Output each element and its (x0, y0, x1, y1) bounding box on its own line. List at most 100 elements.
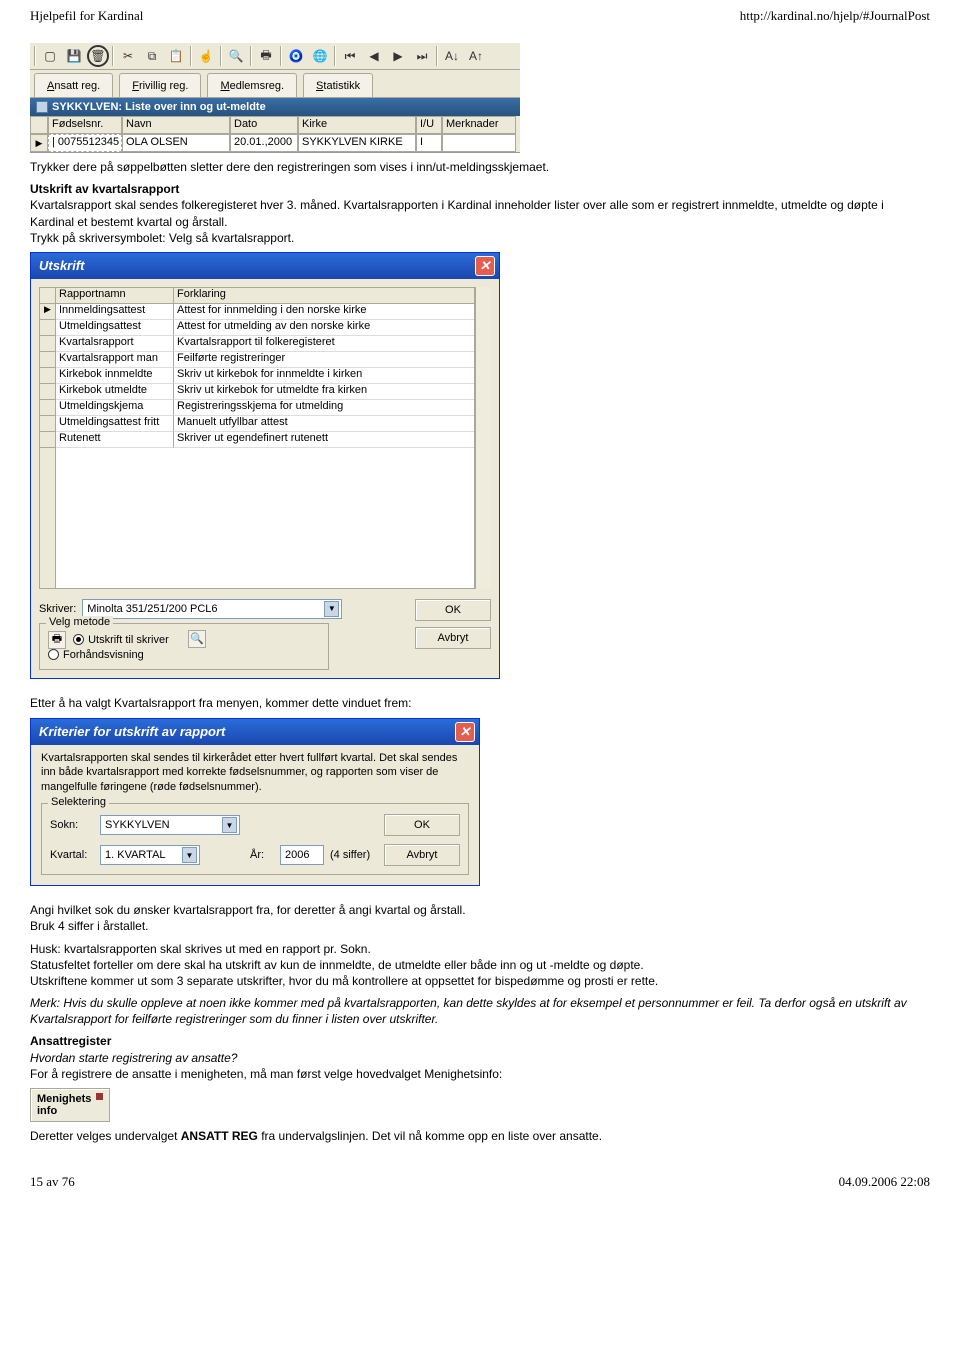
print-icon[interactable]: 🖶 (255, 45, 277, 67)
report-row[interactable]: Kirkebok utmeldteSkriv ut kirkebok for u… (40, 384, 474, 400)
report-explanation: Kvartalsrapport til folkeregisteret (174, 336, 474, 352)
section-title: Ansattregister (30, 1034, 111, 1048)
props-icon[interactable]: ☝ (195, 45, 217, 67)
report-explanation: Registreringsskjema for utmelding (174, 400, 474, 416)
toolbar: ▢ 💾 🗑 ✂ ⧉ 📋 ☝ 🔍 🖶 🧿 🌐 ⏮ ◀ ▶ ⏭ A↓ A↑ (30, 42, 520, 70)
selektering-group: Selektering Sokn: SYKKYLVEN ▼ Kvartal: 1… (41, 803, 469, 875)
cell-dato[interactable]: 20.01.,2000 (230, 134, 298, 152)
kvartal-label: Kvartal: (50, 849, 94, 861)
cell-iu[interactable]: I (416, 134, 442, 152)
next-icon[interactable]: ▶ (387, 45, 409, 67)
scrollbar[interactable] (475, 287, 491, 589)
search-icon[interactable]: 🔍 (225, 45, 247, 67)
row-marker (40, 352, 56, 368)
sort-desc-icon[interactable]: A↑ (465, 45, 487, 67)
col-navn[interactable]: Navn (122, 116, 230, 134)
close-icon[interactable]: ✕ (475, 256, 495, 276)
tab-statistikk[interactable]: Statistikk (303, 73, 373, 97)
report-explanation: Attest for innmelding i den norske kirke (174, 304, 474, 320)
aar-input[interactable]: 2006 (280, 845, 324, 865)
report-row[interactable]: Utmeldingsattest frittManuelt utfyllbar … (40, 416, 474, 432)
col-fodselsnr[interactable]: Fødselsnr. (48, 116, 122, 134)
new-icon[interactable]: ▢ (39, 45, 61, 67)
skriver-dropdown[interactable]: Minolta 351/251/200 PCL6 ▼ (82, 599, 342, 619)
body-text-1: Trykker dere på søppelbøtten sletter der… (30, 159, 930, 175)
col-forklaring[interactable]: Forklaring (174, 288, 474, 304)
report-name: Utmeldingsattest fritt (56, 416, 174, 432)
grid-header: Fødselsnr. Navn Dato Kirke I/U Merknader (30, 116, 520, 134)
cell-fodselsnr[interactable]: | 0075512345 (48, 134, 122, 152)
page-url: http://kardinal.no/hjelp/#JournalPost (740, 8, 930, 24)
report-explanation: Feilførte registreringer (174, 352, 474, 368)
ok-button[interactable]: OK (415, 599, 491, 621)
velg-metode-group: Velg metode 🖶 Utskrift til skriver 🔍 For… (39, 623, 329, 671)
chevron-down-icon[interactable]: ▼ (324, 601, 339, 617)
sokn-dropdown[interactable]: SYKKYLVEN ▼ (100, 815, 240, 835)
cut-icon[interactable]: ✂ (117, 45, 139, 67)
cell-merknader[interactable] (442, 134, 516, 152)
report-name: Kvartalsrapport (56, 336, 174, 352)
report-name: Kirkebok innmeldte (56, 368, 174, 384)
preview-icon: 🔍 (188, 630, 206, 648)
zoom-icon[interactable]: 🧿 (285, 45, 307, 67)
col-iu[interactable]: I/U (416, 116, 442, 134)
report-name: Kirkebok utmeldte (56, 384, 174, 400)
report-row[interactable]: RutenettSkriver ut egendefinert rutenett (40, 432, 474, 448)
cell-kirke[interactable]: SYKKYLVEN KIRKE (298, 134, 416, 152)
ok-button[interactable]: OK (384, 814, 460, 836)
report-explanation: Attest for utmelding av den norske kirke (174, 320, 474, 336)
page-title-left: Hjelpefil for Kardinal (30, 8, 143, 24)
last-icon[interactable]: ⏭ (411, 45, 433, 67)
avbryt-button[interactable]: Avbryt (415, 627, 491, 649)
avbryt-button[interactable]: Avbryt (384, 844, 460, 866)
first-icon[interactable]: ⏮ (339, 45, 361, 67)
subwindow-titlebar: SYKKYLVEN: Liste over inn og ut-meldte (30, 98, 520, 116)
tabbar: Ansatt reg. Frivillig reg. Medlemsreg. S… (30, 70, 520, 98)
copy-icon[interactable]: ⧉ (141, 45, 163, 67)
chevron-down-icon[interactable]: ▼ (182, 847, 197, 863)
tab-frivillig[interactable]: Frivillig reg. (119, 73, 201, 97)
report-row[interactable]: KvartalsrapportKvartalsrapport til folke… (40, 336, 474, 352)
row-marker (40, 384, 56, 400)
cell-navn[interactable]: OLA OLSEN (122, 134, 230, 152)
radio-forhandsvisning[interactable]: Forhåndsvisning (48, 649, 144, 661)
group-title: Selektering (48, 796, 109, 808)
tab-medlems[interactable]: Medlemsreg. (207, 73, 297, 97)
skriver-value: Minolta 351/251/200 PCL6 (87, 603, 217, 615)
radio-utskrift[interactable]: Utskrift til skriver (73, 634, 169, 646)
section-title: Utskrift av kvartalsrapport (30, 182, 179, 196)
col-kirke[interactable]: Kirke (298, 116, 416, 134)
report-row[interactable]: Kvartalsrapport manFeilførte registrerin… (40, 352, 474, 368)
row-marker: ▶ (40, 304, 56, 320)
chevron-down-icon[interactable]: ▼ (222, 817, 237, 833)
prev-icon[interactable]: ◀ (363, 45, 385, 67)
close-icon[interactable]: ✕ (455, 722, 475, 742)
sort-asc-icon[interactable]: A↓ (441, 45, 463, 67)
save-icon[interactable]: 💾 (63, 45, 85, 67)
row-marker (40, 336, 56, 352)
menighetsinfo-button[interactable]: Menighets info (30, 1088, 110, 1122)
paste-icon[interactable]: 📋 (165, 45, 187, 67)
col-merknader[interactable]: Merknader (442, 116, 516, 134)
grid-row[interactable]: ▶ | 0075512345 OLA OLSEN 20.01.,2000 SYK… (30, 134, 520, 152)
report-row[interactable]: UtmeldingskjemaRegistreringsskjema for u… (40, 400, 474, 416)
kvartal-dropdown[interactable]: 1. KVARTAL ▼ (100, 845, 200, 865)
group-title: Velg metode (46, 616, 113, 628)
trash-icon[interactable]: 🗑 (87, 45, 109, 67)
subwindow-title: SYKKYLVEN: Liste over inn og ut-meldte (52, 101, 266, 113)
row-selector-icon[interactable]: ▶ (30, 134, 48, 152)
report-row[interactable]: ▶InnmeldingsattestAttest for innmelding … (40, 304, 474, 320)
web-icon[interactable]: 🌐 (309, 45, 331, 67)
body-text-5: Husk: kvartalsrapporten skal skrives ut … (30, 941, 930, 990)
report-row[interactable]: Kirkebok innmeldteSkriv ut kirkebok for … (40, 368, 474, 384)
kriterier-intro: Kvartalsrapporten skal sendes til kirker… (31, 745, 479, 798)
col-dato[interactable]: Dato (230, 116, 298, 134)
report-row[interactable]: UtmeldingsattestAttest for utmelding av … (40, 320, 474, 336)
menighets-line2: info (37, 1105, 57, 1117)
tab-ansatt[interactable]: Ansatt reg. (34, 73, 113, 97)
section-body: Kvartalsrapport skal sendes folkeregiste… (30, 198, 884, 244)
col-rapportnamn[interactable]: Rapportnamn (56, 288, 174, 304)
sokn-label: Sokn: (50, 819, 94, 831)
row-marker (40, 368, 56, 384)
aar-label: År: (250, 849, 274, 861)
